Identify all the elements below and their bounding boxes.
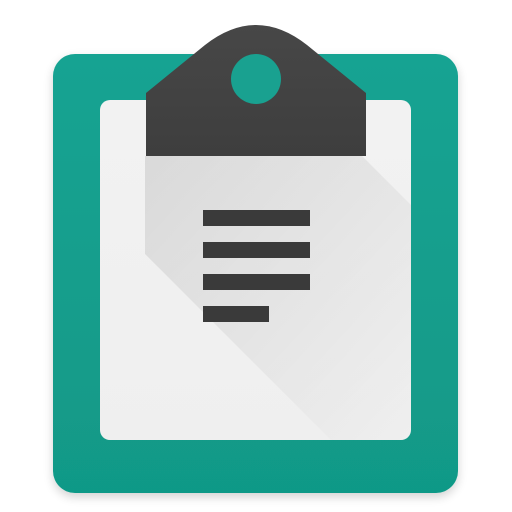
clipboard-icon xyxy=(53,25,458,493)
document-line-2 xyxy=(203,242,310,258)
clipboard-app-icon xyxy=(0,0,512,512)
document-line-3 xyxy=(203,274,310,290)
document-line-1 xyxy=(203,210,310,226)
clip-hole xyxy=(231,54,281,104)
clipboard-clip xyxy=(146,25,366,156)
document-line-4 xyxy=(203,306,269,322)
